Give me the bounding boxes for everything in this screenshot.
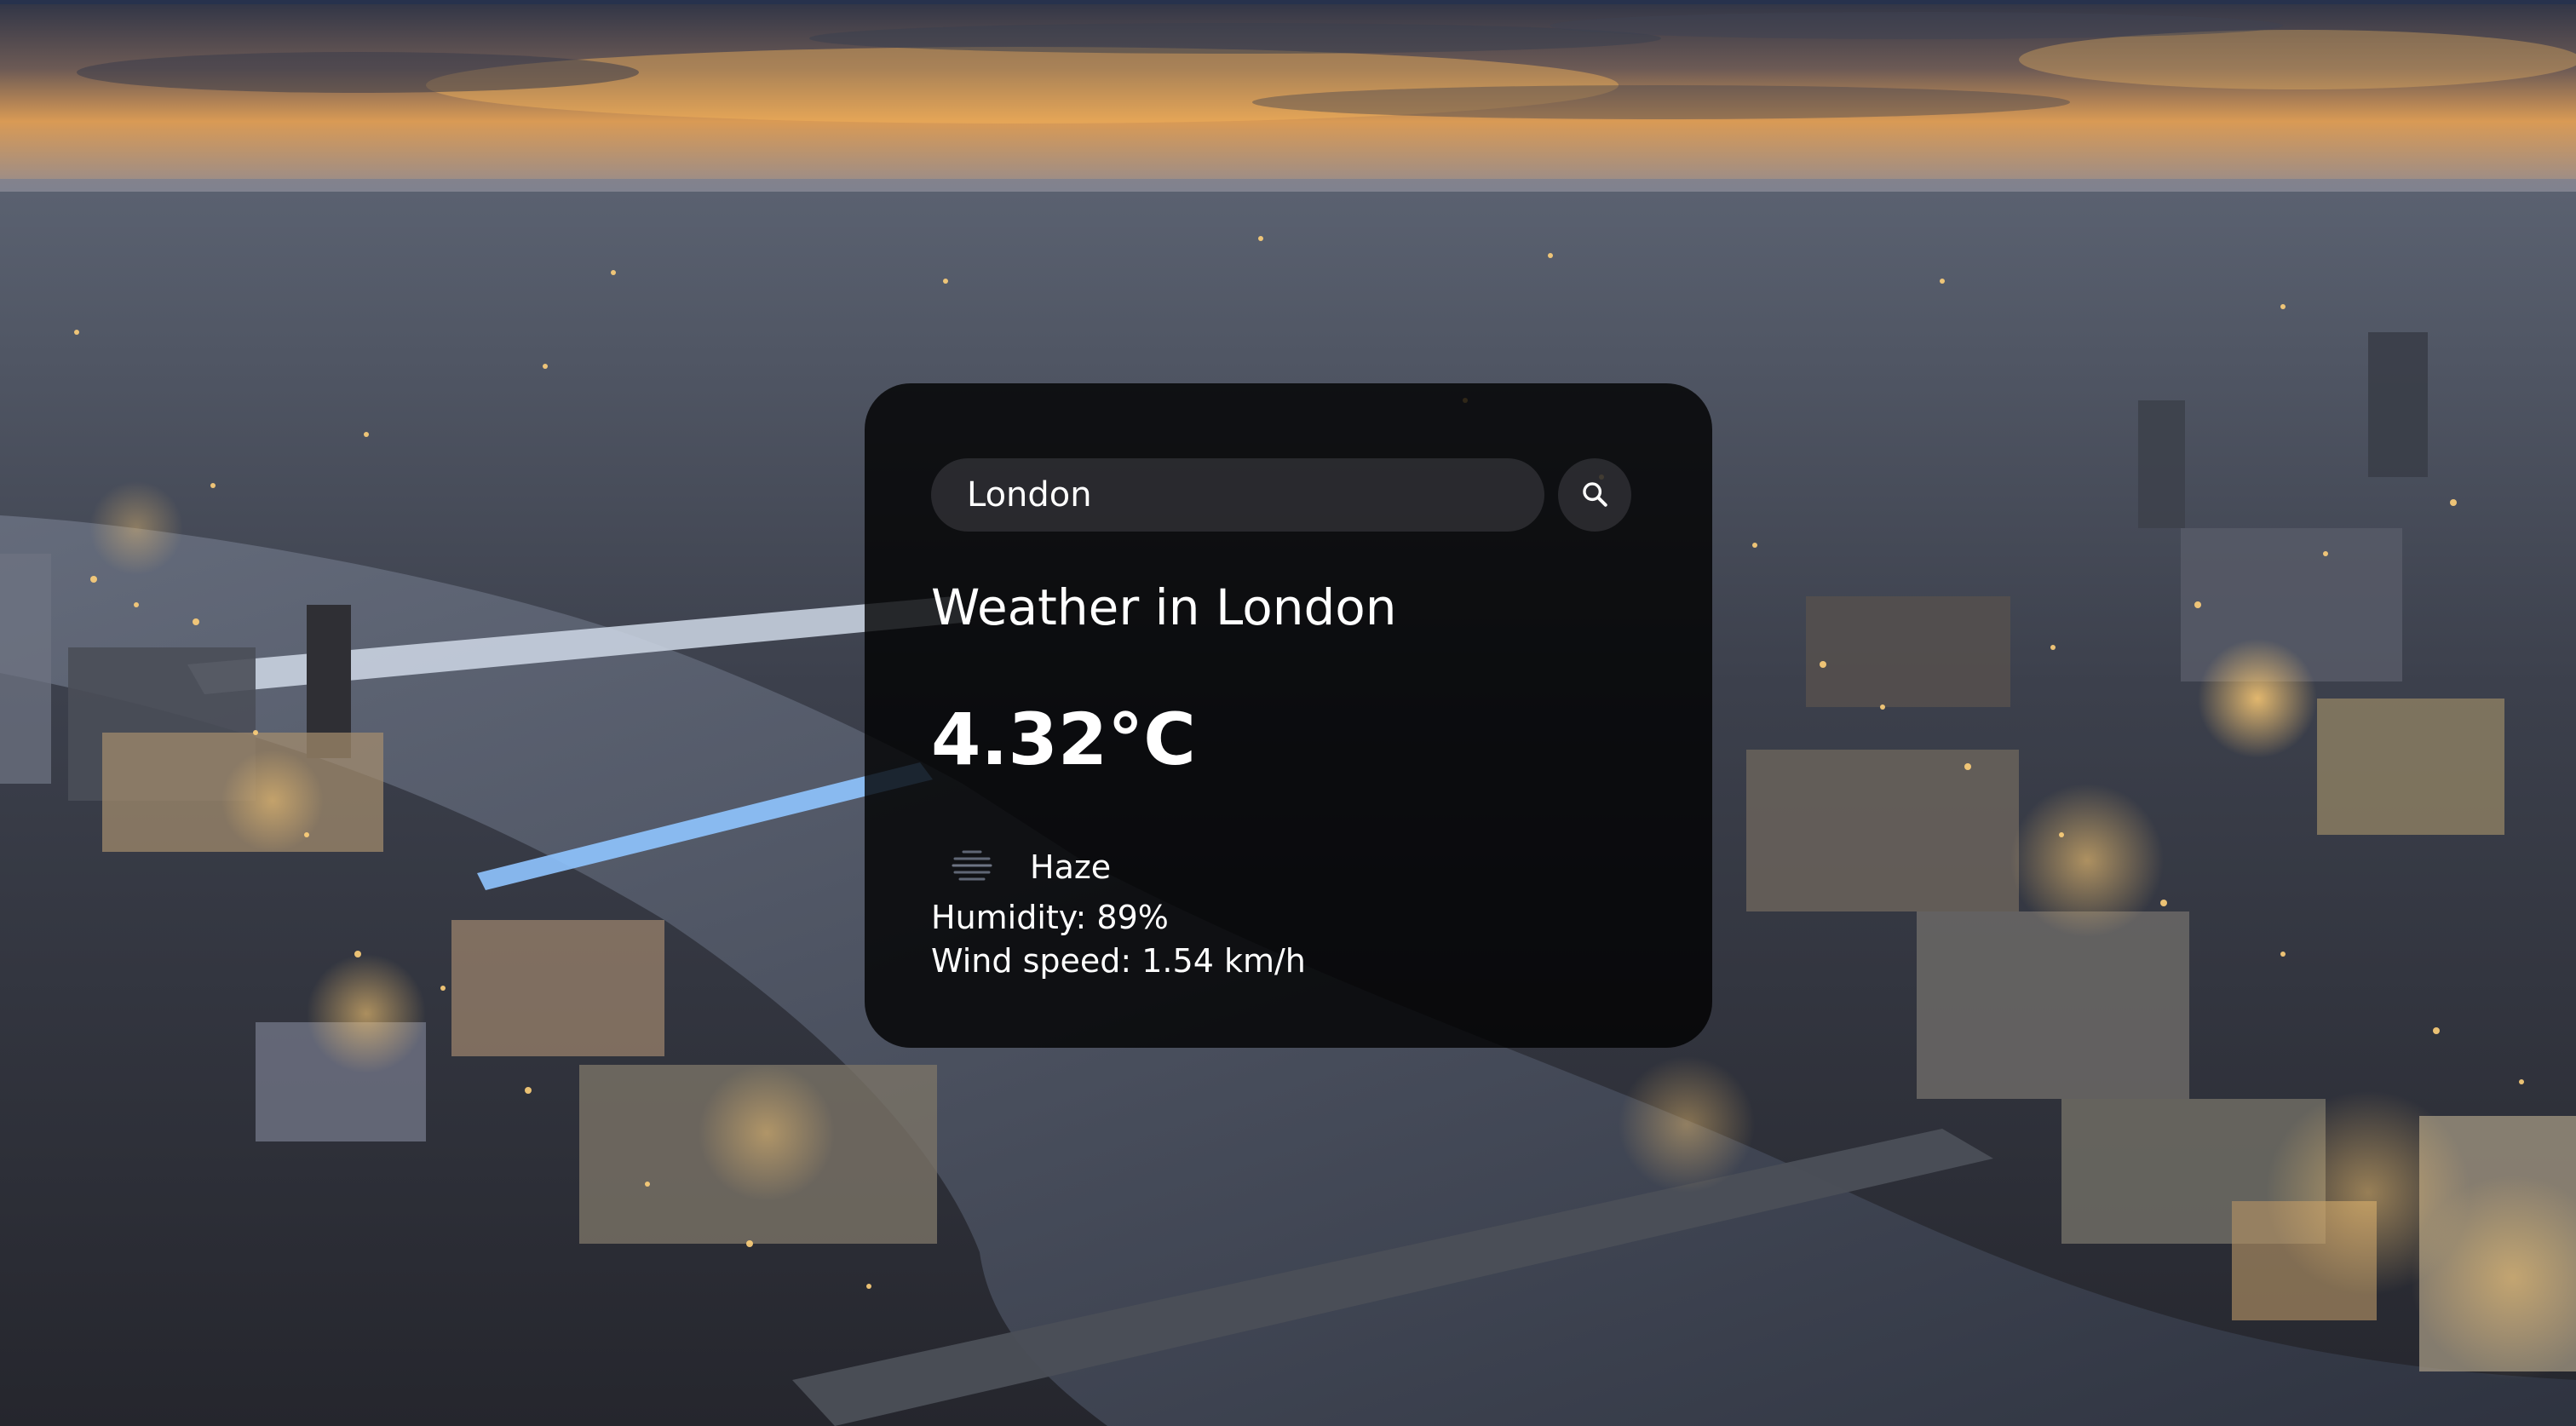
temperature-value: 4.32°C <box>931 698 1196 781</box>
weather-description: Haze <box>1030 848 1112 886</box>
haze-icon <box>931 826 1013 908</box>
weather-description-row: Haze <box>931 826 1111 908</box>
search-button[interactable] <box>1558 458 1631 532</box>
search-bar <box>931 458 1631 532</box>
humidity-text: Humidity: 89% <box>931 899 1169 936</box>
top-accent-bar <box>0 0 2576 4</box>
search-icon <box>1580 480 1609 511</box>
search-input[interactable] <box>931 458 1544 532</box>
wind-speed-text: Wind speed: 1.54 km/h <box>931 942 1306 980</box>
weather-card: Weather in London 4.32°C Haze Humidity: … <box>865 383 1712 1048</box>
weather-title: Weather in London <box>931 578 1397 636</box>
